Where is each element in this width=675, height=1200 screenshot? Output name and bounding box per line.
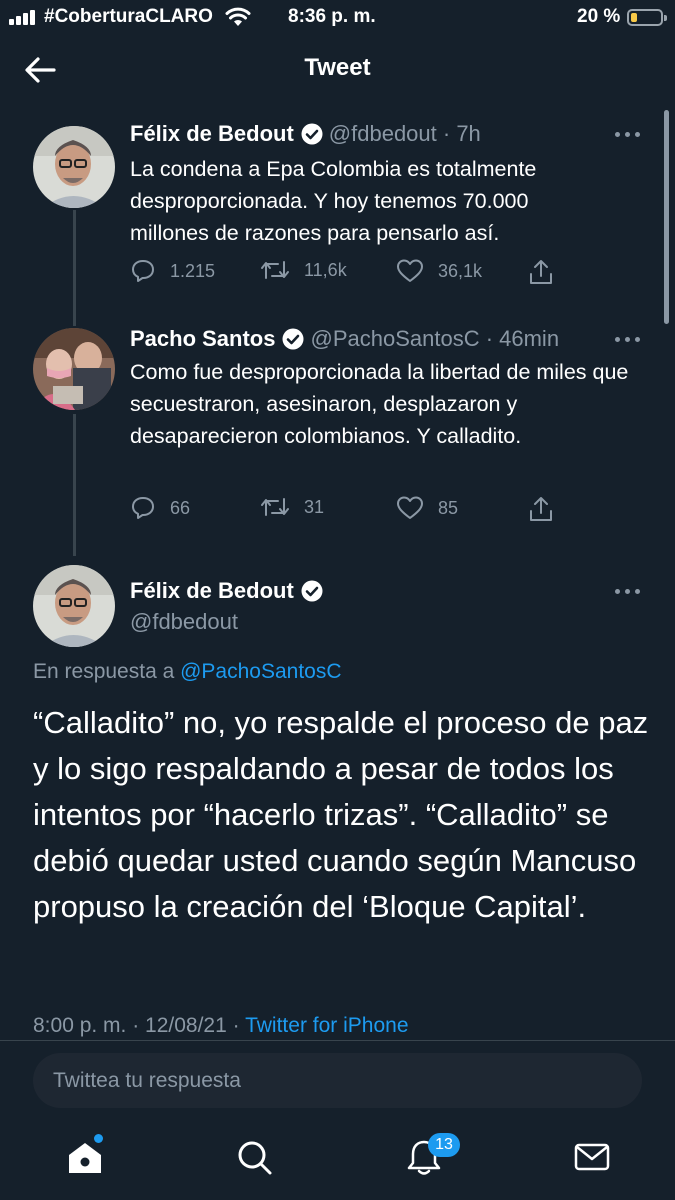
avatar[interactable] [33,126,115,208]
clock: 8:36 p. m. [288,6,376,27]
heart-icon [397,496,423,519]
retweet-count: 31 [304,496,325,517]
reply-icon [132,497,154,519]
display-name[interactable]: Pacho Santos [130,326,275,352]
retweet-icon [261,498,289,516]
page-title: Tweet [304,54,371,81]
retweet-icon [261,261,289,279]
more-options-icon[interactable] [615,131,641,139]
tweet-header: Félix de Bedout @fdbedout · 7h [130,121,481,147]
battery-percent: 20 % [577,6,621,27]
reply-prefix: En respuesta a [33,660,175,683]
display-name[interactable]: Félix de Bedout [130,121,294,147]
tweet-actions: 66 31 85 [130,495,570,525]
search-icon[interactable] [234,1137,274,1177]
reply-count: 1.215 [170,260,216,281]
reply-count: 66 [170,497,191,518]
handle-time[interactable]: @fdbedout · 7h [329,121,481,147]
wifi-icon [225,7,251,26]
avatar[interactable] [33,328,115,410]
battery-icon [627,9,667,26]
like-count: 36,1k [438,260,483,281]
reply-context: En respuesta a @PachoSantosC [33,660,342,684]
notifications-badge: 13 [428,1133,460,1157]
home-icon[interactable] [65,1137,105,1177]
tweet-header: Pacho Santos @PachoSantosC · 46min [130,326,559,352]
tweet-text: Como fue desproporcionada la libertad de… [130,360,629,448]
reply-button[interactable]: 66 [130,495,190,521]
tweet-text: La condena a Epa Colombia es totalmente … [130,157,537,245]
retweet-button[interactable]: 31 [260,495,324,519]
handle-time[interactable]: @PachoSantosC · 46min [310,326,559,352]
share-icon[interactable] [528,495,554,523]
tweet-text: “Calladito” no, yo respalde el proceso d… [33,705,649,924]
verified-icon [282,328,304,350]
verified-icon [301,123,323,145]
tweet-header: Félix de Bedout [130,578,329,604]
verified-icon [301,580,323,602]
more-options-icon[interactable] [615,336,641,344]
more-options-icon[interactable] [615,588,641,596]
scrollbar[interactable] [664,110,669,324]
tweet-meta: 8:00 p. m. · 12/08/21 · Twitter for iPho… [33,1014,409,1038]
handle[interactable]: @fdbedout [130,609,238,635]
status-bar: #CoberturaCLARO 8:36 p. m. 20 % [0,0,675,36]
tweet-actions: 1.215 11,6k 36,1k [130,258,570,288]
share-icon[interactable] [528,258,554,286]
source-link[interactable]: Twitter for iPhone [245,1014,408,1037]
retweet-button[interactable]: 11,6k [260,258,347,282]
thread-line [73,210,76,326]
reply-input[interactable]: Twittea tu respuesta [33,1053,642,1108]
retweet-count: 11,6k [304,259,347,280]
avatar[interactable] [33,565,115,647]
thread-line [73,414,76,556]
home-new-dot [94,1134,103,1143]
carrier-label: #CoberturaCLARO [44,6,213,27]
like-count: 85 [438,497,459,518]
signal-icon [9,9,39,25]
reply-handle-link[interactable]: @PachoSantosC [180,660,341,683]
top-nav: Tweet [0,40,675,100]
mail-icon[interactable] [572,1137,612,1177]
reply-button[interactable]: 1.215 [130,258,215,284]
bottom-panel: Twittea tu respuesta [0,1040,675,1200]
like-button[interactable]: 85 [396,495,458,521]
display-name[interactable]: Félix de Bedout [130,578,294,604]
like-button[interactable]: 36,1k [396,258,482,284]
heart-icon [397,259,423,282]
timestamp: 8:00 p. m. · 12/08/21 · [33,1014,240,1037]
reply-icon [132,260,154,282]
